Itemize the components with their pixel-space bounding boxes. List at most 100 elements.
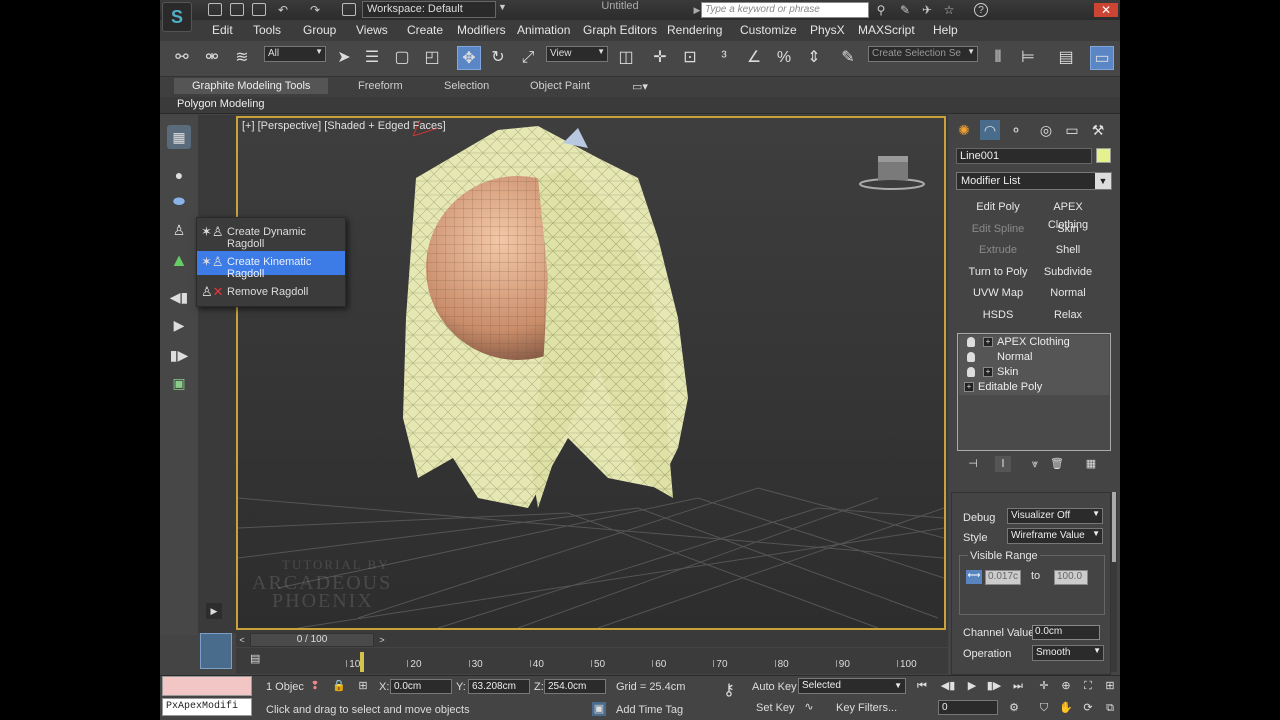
project-folder-icon[interactable] — [342, 3, 356, 16]
stack-item-editable-poly[interactable]: + Editable Poly — [959, 380, 1109, 395]
mini-listener-toggle[interactable] — [200, 633, 232, 669]
set-key-button[interactable]: Set Key — [756, 702, 795, 714]
viewport-label[interactable]: [+] [Perspective] [Shaded + Edged Faces] — [242, 120, 446, 132]
rectangle-selection-icon[interactable]: ▢ — [390, 46, 414, 70]
remove-modifier-icon[interactable]: 🗑 — [1049, 456, 1065, 472]
goto-end-icon[interactable]: ⏭ — [1010, 678, 1026, 694]
menu-create[interactable]: Create — [407, 23, 443, 37]
play-icon[interactable]: ▶ — [206, 603, 222, 619]
viewport-lock-icon[interactable]: ▣ — [592, 702, 606, 716]
maximize-viewport-icon[interactable]: ⧉ — [1102, 700, 1118, 716]
subscription-icon[interactable]: ✎ — [898, 3, 912, 17]
polygon-modeling-panel[interactable]: Polygon Modeling — [177, 98, 264, 110]
modifier-button-normal[interactable]: Normal — [1034, 284, 1102, 302]
stack-item-normal[interactable]: Normal — [959, 350, 1109, 365]
window-crossing-icon[interactable]: ◰ — [420, 46, 444, 70]
simulation-step-icon[interactable]: ▮▶ — [167, 343, 191, 367]
capsule-icon[interactable]: ⬬ — [167, 189, 191, 213]
menu-graph-editors[interactable]: Graph Editors — [583, 23, 657, 37]
object-name-field[interactable]: Line001 — [956, 148, 1092, 164]
percent-snap-icon[interactable]: % — [772, 46, 796, 70]
stack-item-apex-clothing[interactable]: + APEX Clothing — [959, 335, 1109, 350]
menu-rendering[interactable]: Rendering — [667, 23, 722, 37]
zoom-icon[interactable]: ✛ — [1036, 678, 1052, 694]
key-icon[interactable]: ⚷ — [716, 683, 742, 699]
prev-frame-icon[interactable]: ◀▮ — [940, 678, 956, 694]
modifier-button-hsds[interactable]: HSDS — [964, 306, 1032, 324]
simulation-rewind-icon[interactable]: ◀▮ — [167, 285, 191, 309]
modifier-button-apex-clothing[interactable]: APEX Clothing — [1034, 198, 1102, 231]
motion-tab-icon[interactable]: ◎ — [1036, 120, 1056, 140]
zoom-extents-all-icon[interactable]: ⊞ — [1102, 678, 1118, 694]
create-dynamic-ragdoll-item[interactable]: ✶♙ Create Dynamic Ragdoll — [197, 221, 345, 250]
help-icon[interactable]: ? — [974, 3, 988, 17]
align-icon[interactable]: ⊨ — [1016, 46, 1040, 70]
cloth-icon[interactable]: ▲ — [167, 248, 191, 272]
workspace-dropdown[interactable]: Workspace: Default — [362, 1, 496, 18]
redo-icon[interactable]: ↷ — [308, 3, 322, 17]
pan-view-icon[interactable]: ✋ — [1058, 700, 1074, 716]
manipulate-icon[interactable]: ✛ — [648, 46, 672, 70]
stack-item-skin[interactable]: + Skin — [959, 365, 1109, 380]
channel-value-field[interactable]: 0.0cm — [1032, 625, 1100, 640]
lightbulb-icon[interactable] — [967, 367, 975, 377]
menu-help[interactable]: Help — [933, 23, 958, 37]
select-and-scale-icon[interactable]: ⤢ — [516, 46, 540, 70]
chevron-down-icon[interactable]: ▼ — [498, 2, 508, 17]
communication-icon[interactable]: ✈ — [920, 3, 934, 17]
operation-dropdown[interactable]: Smooth ▼ — [1032, 645, 1104, 661]
menu-maxscript[interactable]: MAXScript — [858, 23, 915, 37]
favorites-star-icon[interactable]: ☆ — [942, 3, 956, 17]
menu-tools[interactable]: Tools — [253, 23, 281, 37]
menu-animation[interactable]: Animation — [517, 23, 570, 37]
modifier-button-shell[interactable]: Shell — [1034, 241, 1102, 259]
maxscript-listener-field[interactable] — [162, 676, 252, 696]
current-frame-field[interactable]: 0 — [938, 700, 998, 715]
spinner-snap-icon[interactable]: ⇕ — [802, 46, 826, 70]
reference-coordinate-dropdown[interactable]: View ▼ — [546, 46, 608, 62]
absolute-mode-icon[interactable]: ⊞ — [356, 679, 370, 693]
close-icon[interactable]: ✕ — [1094, 3, 1118, 17]
display-tab-icon[interactable]: ▭ — [1062, 120, 1082, 140]
keyboard-shortcut-icon[interactable]: ⊡ — [678, 46, 702, 70]
tab-selection[interactable]: Selection — [444, 80, 489, 92]
link-icon[interactable]: ⚯ — [170, 46, 194, 70]
lightbulb-icon[interactable] — [967, 337, 975, 347]
layer-manager-icon[interactable]: ▤ — [1054, 46, 1078, 70]
object-color-swatch[interactable] — [1096, 148, 1111, 163]
search-input[interactable]: Type a keyword or phrase — [701, 2, 869, 18]
rollout-scrollbar[interactable] — [1111, 492, 1117, 672]
hierarchy-tab-icon[interactable]: ⚬ — [1006, 120, 1026, 140]
create-kinematic-ragdoll-item[interactable]: ✶♙ Create Kinematic Ragdoll — [197, 251, 345, 280]
menu-modifiers[interactable]: Modifiers — [457, 23, 506, 37]
zoom-extents-icon[interactable]: ⛶ — [1080, 678, 1096, 694]
zoom-all-icon[interactable]: ⊕ — [1058, 678, 1074, 694]
pin-stack-icon[interactable]: ⊣ — [965, 456, 981, 472]
style-dropdown[interactable]: Wireframe Value ▼ — [1007, 528, 1103, 544]
bake-icon[interactable]: ▣ — [167, 371, 191, 395]
time-slider-thumb[interactable]: 0 / 100 — [250, 633, 374, 647]
debug-dropdown[interactable]: Visualizer Off ▼ — [1007, 508, 1103, 524]
tab-freeform[interactable]: Freeform — [358, 80, 403, 92]
default-tangent-icon[interactable]: ∿ — [802, 700, 816, 714]
container-explorer-icon[interactable]: ▦ — [167, 125, 191, 149]
save-icon[interactable] — [252, 3, 266, 16]
simulation-play-icon[interactable]: ▶ — [167, 313, 191, 337]
range-link-icon[interactable]: ⟷ — [966, 570, 982, 584]
modifier-button-turn-to-poly[interactable]: Turn to Poly — [964, 263, 1032, 281]
open-file-icon[interactable] — [230, 3, 244, 16]
tab-graphite-modeling-tools[interactable]: Graphite Modeling Tools — [174, 78, 329, 94]
field-of-view-icon[interactable]: ⛉ — [1036, 700, 1052, 716]
play-animation-icon[interactable]: ▶ — [964, 678, 980, 694]
select-and-move-icon[interactable]: ✥ — [457, 46, 481, 70]
menu-physx[interactable]: PhysX — [810, 23, 845, 37]
modifier-button-uvw-map[interactable]: UVW Map — [964, 284, 1032, 302]
goto-start-icon[interactable]: ⏮ — [914, 678, 930, 694]
track-bar[interactable]: ▤ 10 20 30 40 50 60 70 80 90 100 — [236, 648, 948, 674]
key-filters-button[interactable]: Key Filters... — [836, 702, 897, 714]
binoculars-icon[interactable]: ⚲ — [874, 3, 888, 17]
expand-plus-icon[interactable]: + — [983, 337, 993, 347]
modifier-button-extrude[interactable]: Extrude — [964, 241, 1032, 259]
modify-tab-icon[interactable]: ◠ — [980, 120, 1000, 140]
time-configuration-icon[interactable]: ⚙ — [1006, 700, 1022, 716]
